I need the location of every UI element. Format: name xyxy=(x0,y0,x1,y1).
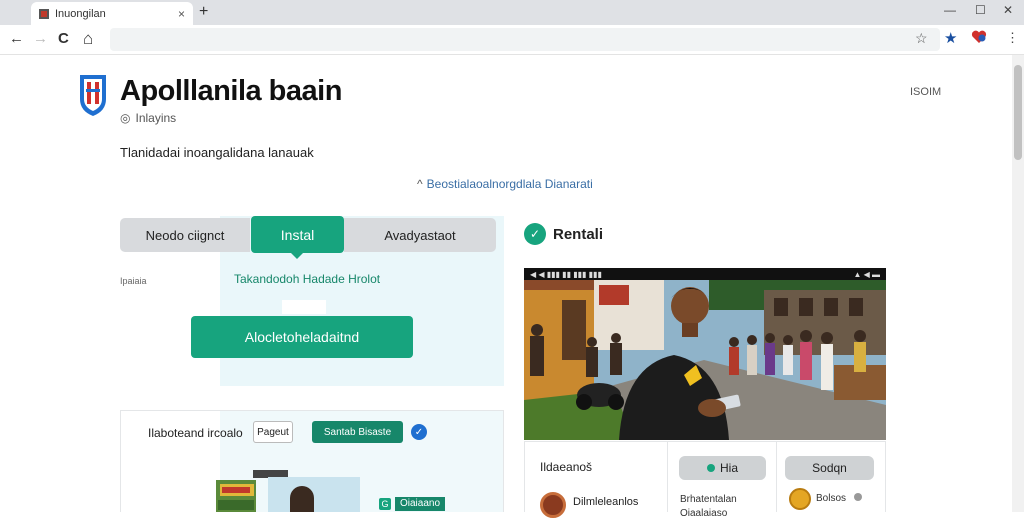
sub-text: Brhatentalan xyxy=(680,494,737,505)
close-window-button[interactable]: ✕ xyxy=(1003,3,1013,17)
street-scene-image xyxy=(524,280,886,440)
video-status-left: ◀ ◀ ▮▮▮ ▮▮ ▮▮▮ ▮▮▮ xyxy=(530,269,602,279)
shield-logo-icon xyxy=(80,75,106,116)
maximize-button[interactable]: ☐ xyxy=(975,3,986,17)
top-right-link[interactable]: ISOIM xyxy=(910,86,941,98)
location-icon: ◎ xyxy=(120,111,131,125)
favicon-icon xyxy=(39,8,49,19)
new-tab-button[interactable]: + xyxy=(199,3,208,21)
rental-check-icon: ✓ xyxy=(524,223,546,245)
center-link[interactable]: ^ Beostialaoalnorgdlala Dianarati xyxy=(417,177,593,191)
site-title: Apolllanila baain xyxy=(120,75,342,107)
check-icon: ✓ xyxy=(411,424,427,440)
info-dot-icon[interactable] xyxy=(854,493,862,501)
browser-tab-strip: Inuongilan × + — ☐ ✕ xyxy=(0,0,1024,25)
site-subtitle: ◎ Inlayins xyxy=(120,111,176,125)
page-scrollbar[interactable] xyxy=(1012,55,1024,512)
back-icon[interactable]: ← xyxy=(9,31,24,47)
pill-button-2[interactable]: Sodqn xyxy=(785,456,874,480)
tab-close-icon[interactable]: × xyxy=(178,7,185,21)
video-status-right: ▲ ◀ ▬ xyxy=(853,269,880,279)
scrollbar-thumb[interactable] xyxy=(1014,65,1022,160)
site-subtitle-text: Inlayins xyxy=(135,111,177,125)
browser-toolbar: ← → C ⌂ ☆ ★ ⋮ xyxy=(0,25,1024,55)
video-status-bar: ◀ ◀ ▮▮▮ ▮▮ ▮▮▮ ▮▮▮ ▲ ◀ ▬ xyxy=(524,268,886,280)
forward-icon[interactable]: → xyxy=(33,31,48,47)
segment-pointer xyxy=(290,252,304,259)
avatar xyxy=(540,492,566,518)
panel-heading: Takandodoh Hadade Hrolot xyxy=(234,272,381,286)
card-divider xyxy=(776,441,777,512)
tab-title: Inuongilan xyxy=(55,7,106,20)
teal-action-button[interactable]: Santab Bisaste xyxy=(312,421,403,443)
card-divider xyxy=(667,441,668,512)
page-button[interactable]: Pageut xyxy=(253,421,293,443)
badge-label: Oiaiaano xyxy=(395,497,446,511)
bookmark-star-icon[interactable]: ☆ xyxy=(915,30,928,47)
tagline: Tlanidadai inoangalidana lanauak xyxy=(120,145,314,160)
person-avatar xyxy=(290,486,314,512)
segment-install[interactable]: Instal xyxy=(251,216,344,253)
pill-button-1[interactable]: Hia xyxy=(679,456,766,480)
avatar-name: Dilmleleanlos xyxy=(573,496,639,508)
status-dot-icon xyxy=(706,464,715,472)
sub-text-secondary: Oiaalaiaso xyxy=(680,508,728,519)
video-preview[interactable]: ◀ ◀ ▮▮▮ ▮▮ ▮▮▮ ▮▮▮ ▲ ◀ ▬ xyxy=(524,268,886,440)
menu-icon[interactable]: ⋮ xyxy=(1006,30,1019,46)
primary-cta-button[interactable]: Alocletoheladaitnd xyxy=(191,316,413,358)
coin-avatar xyxy=(789,488,811,510)
minimize-button[interactable]: — xyxy=(944,3,956,17)
home-icon[interactable]: ⌂ xyxy=(83,30,93,47)
segment-right[interactable]: Avadyastaot xyxy=(344,218,496,252)
small-note: Ipaiaia xyxy=(120,276,147,286)
browser-tab[interactable]: Inuongilan × xyxy=(31,2,193,25)
segment-left[interactable]: Neodo ciignct xyxy=(120,218,250,252)
lower-card-label: Ilaboteand ircoalo xyxy=(148,426,243,440)
thumbnail-image xyxy=(268,477,360,512)
rental-title: Rentali xyxy=(553,226,604,243)
pill-1-label: Hia xyxy=(719,461,738,475)
caret-up-icon: ^ xyxy=(417,177,423,191)
extension-heart-icon[interactable] xyxy=(971,30,987,44)
reload-icon[interactable]: C xyxy=(58,31,69,47)
bottom-card-label: Ildaeanoš xyxy=(540,460,593,474)
extension-star-icon[interactable]: ★ xyxy=(944,29,957,47)
coin-label: Bolsos xyxy=(816,493,847,504)
decorative-mark xyxy=(282,300,326,314)
address-bar[interactable] xyxy=(110,28,940,51)
badge-icon: G xyxy=(379,498,391,510)
center-link-text: Beostialaoalnorgdlala Dianarati xyxy=(426,177,593,191)
